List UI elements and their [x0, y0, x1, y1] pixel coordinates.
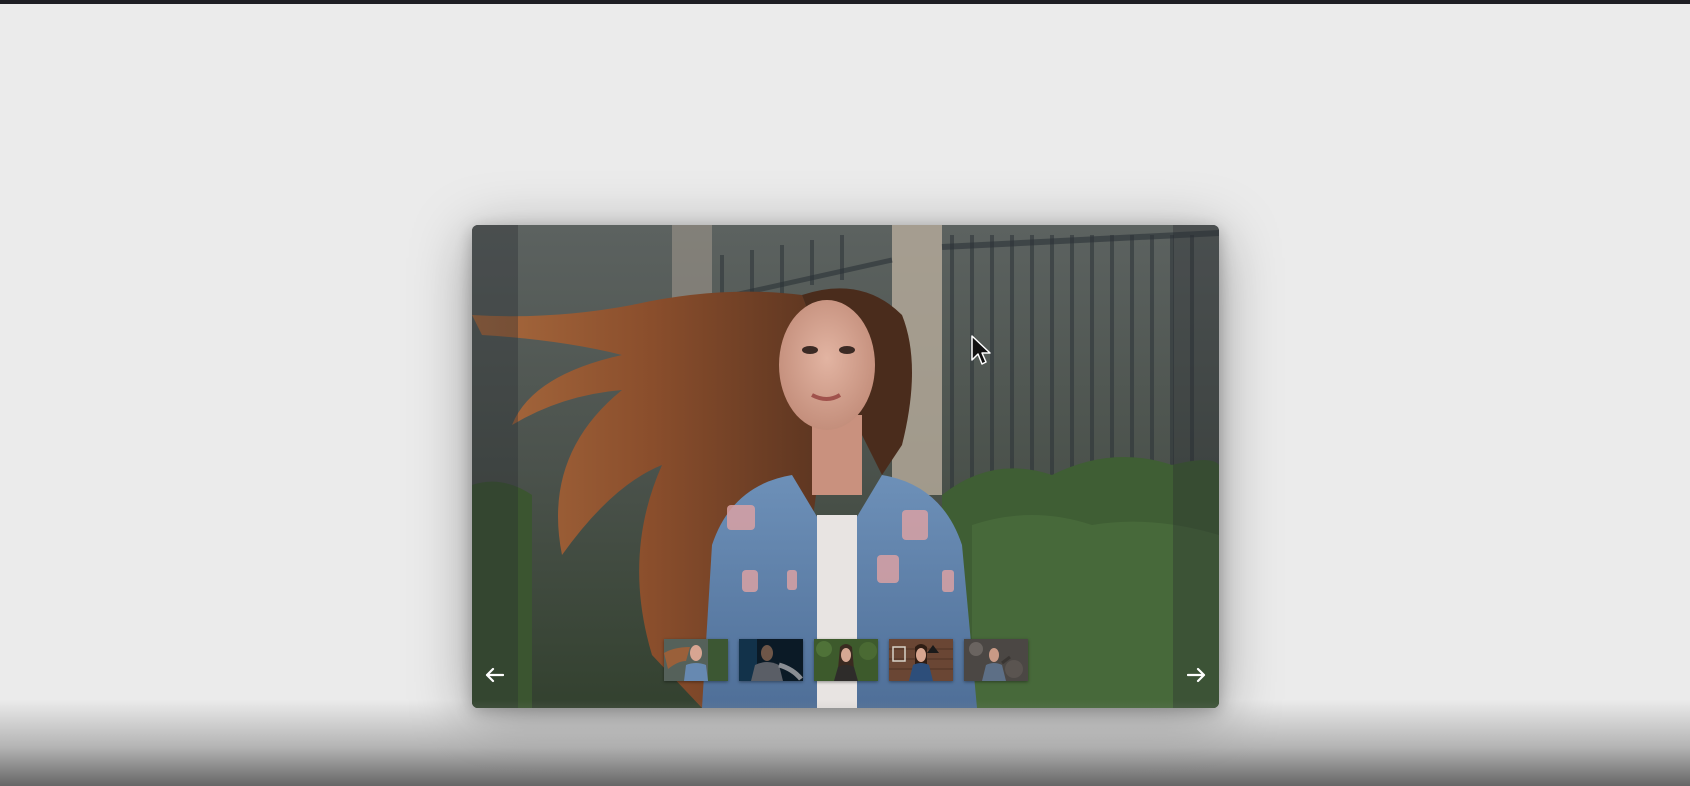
thumbnail-3[interactable]	[814, 639, 878, 681]
left-edge-shade	[472, 225, 518, 708]
image-slider	[472, 225, 1219, 708]
thumbnail-image	[814, 639, 878, 681]
thumbnail-image	[889, 639, 953, 681]
thumbnail-5[interactable]	[964, 639, 1028, 681]
thumbnail-2[interactable]	[739, 639, 803, 681]
slide-image	[472, 225, 1219, 708]
arrow-right-icon	[1187, 667, 1206, 683]
thumbnail-image	[964, 639, 1028, 681]
thumbnail-4[interactable]	[889, 639, 953, 681]
arrow-left-icon	[485, 667, 504, 683]
thumbnail-1[interactable]	[664, 639, 728, 681]
right-edge-shade	[1173, 225, 1219, 708]
next-slide-button[interactable]	[1182, 660, 1212, 690]
previous-slide-button[interactable]	[479, 660, 509, 690]
thumbnail-image	[739, 639, 803, 681]
thumbnail-image	[664, 639, 728, 681]
thumbnail-strip	[664, 639, 1028, 681]
